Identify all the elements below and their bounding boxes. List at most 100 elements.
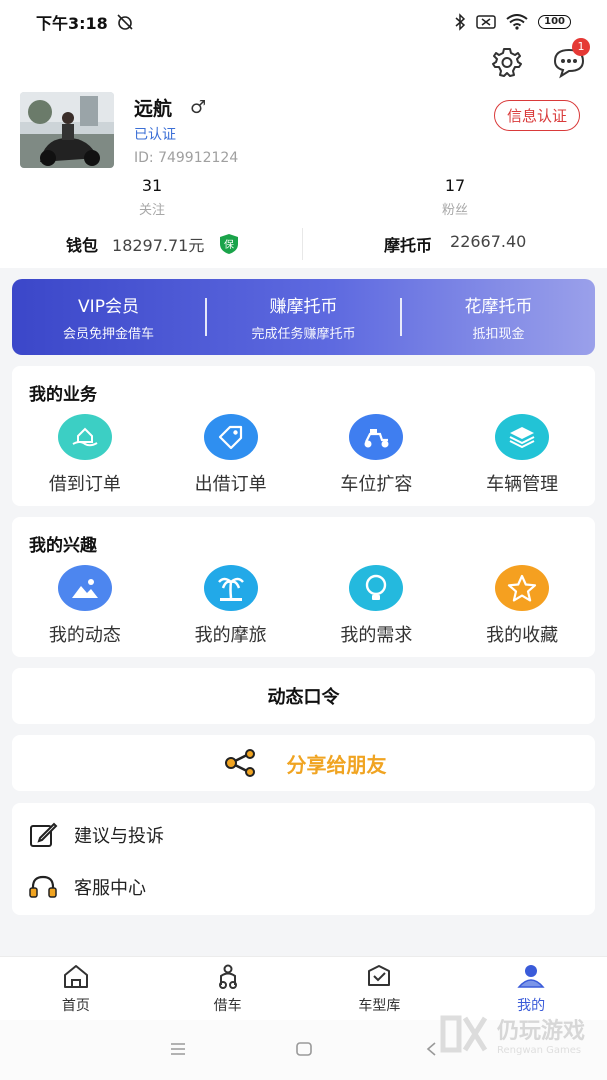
male-icon: ♂ <box>190 97 207 118</box>
lent-orders-button[interactable]: 出借订单 <box>158 414 304 496</box>
watermark-title: 仍玩游戏 <box>496 1018 585 1044</box>
home-icon <box>63 965 88 988</box>
vip-membership-cell[interactable]: VIP会员 会员免押金借车 <box>12 292 205 342</box>
messages-button[interactable]: 1 <box>551 38 590 80</box>
wallet-label: 钱包 <box>66 236 99 255</box>
followers-count: 17 <box>444 176 466 195</box>
vip-subtitle: 会员免押金借车 <box>62 327 154 342</box>
sim-off-icon <box>476 15 496 29</box>
tab-borrow-label: 借车 <box>213 998 242 1014</box>
user-id: ID: 749912124 <box>134 150 239 166</box>
scooter-tab-icon <box>218 964 237 989</box>
tab-borrow[interactable]: 借车 <box>152 957 304 1020</box>
lent-orders-label: 出借订单 <box>194 474 267 495</box>
gear-icon <box>492 48 522 77</box>
wifi-icon <box>506 14 528 30</box>
menu-icon[interactable] <box>170 1042 186 1056</box>
user-icon <box>517 965 545 988</box>
my-requests-label: 我的需求 <box>340 625 413 646</box>
my-trips-label: 我的摩旅 <box>194 625 267 646</box>
interests-card: 我的兴趣 我的动态 我的摩旅 我的需求 我的收藏 <box>12 517 595 657</box>
info-auth-button[interactable]: 信息认证 <box>493 100 580 131</box>
business-title: 我的业务 <box>29 385 97 405</box>
wallet-value: 18297.71元 <box>112 236 205 255</box>
my-posts-button[interactable]: 我的动态 <box>12 565 158 647</box>
layers-icon <box>495 414 550 460</box>
shield-badge-text: 保 <box>224 238 234 251</box>
tab-models-label: 车型库 <box>358 998 401 1014</box>
coins-value: 22667.40 <box>450 232 527 251</box>
dynamic-password-label: 动态口令 <box>267 687 340 708</box>
status-time: 下午3:18 <box>36 14 108 33</box>
dynamic-password-button[interactable]: 动态口令 <box>12 668 595 724</box>
customer-service-item[interactable]: 客服中心 <box>28 873 146 901</box>
vip-banner: VIP会员 会员免押金借车 赚摩托币 完成任务赚摩托币 花摩托币 抵扣现金 <box>12 279 595 355</box>
palm-tree-icon <box>203 565 258 611</box>
back-icon[interactable] <box>425 1042 437 1056</box>
shield-icon: 保 <box>220 234 239 254</box>
spend-coins-title: 花摩托币 <box>464 297 533 317</box>
alarm-off-icon <box>117 14 133 30</box>
interests-title: 我的兴趣 <box>29 536 97 556</box>
share-icon <box>224 749 255 777</box>
my-favorites-button[interactable]: 我的收藏 <box>449 565 595 647</box>
feedback-item[interactable]: 建议与投诉 <box>28 821 164 849</box>
earn-coins-cell[interactable]: 赚摩托币 完成任务赚摩托币 <box>207 292 400 342</box>
bottom-tab-bar: 首页 借车 车型库 我的 <box>0 956 607 1020</box>
my-posts-label: 我的动态 <box>48 625 121 646</box>
headset-icon <box>29 875 57 898</box>
my-requests-button[interactable]: 我的需求 <box>304 565 450 647</box>
status-bar: 下午3:18 100 <box>0 0 607 44</box>
user-name: 远航 <box>134 98 173 120</box>
following-stat[interactable]: 31 关注 <box>112 176 192 218</box>
watermark-subtitle: Rengwan Games <box>496 1044 582 1056</box>
customer-service-label: 客服中心 <box>74 878 146 899</box>
battery-icon: 100 <box>538 15 571 29</box>
vehicle-management-button[interactable]: 车辆管理 <box>449 414 595 496</box>
lightbulb-icon <box>349 565 404 611</box>
house-hand-icon <box>57 414 112 460</box>
coins-label: 摩托币 <box>384 236 433 255</box>
earn-coins-title: 赚摩托币 <box>269 297 338 317</box>
divider <box>302 228 303 260</box>
followers-stat[interactable]: 17 粉丝 <box>415 176 495 218</box>
home-nav-icon[interactable] <box>296 1042 312 1056</box>
verified-status: 已认证 <box>134 127 176 143</box>
service-list: 建议与投诉 客服中心 <box>12 803 595 915</box>
scooter-icon <box>349 414 404 460</box>
tab-home-label: 首页 <box>61 998 90 1014</box>
following-label: 关注 <box>138 203 165 218</box>
edit-icon <box>30 822 58 847</box>
share-button[interactable]: 分享给朋友 <box>12 735 595 791</box>
business-card: 我的业务 借到订单 出借订单 车位扩容 车辆管理 <box>12 366 595 506</box>
spend-coins-cell[interactable]: 花摩托币 抵扣现金 <box>402 292 595 342</box>
avatar[interactable] <box>20 92 114 168</box>
bluetooth-icon <box>455 13 466 31</box>
feedback-label: 建议与投诉 <box>74 826 164 847</box>
vehicle-management-label: 车辆管理 <box>486 474 559 495</box>
coins[interactable]: 摩托币 22667.40 <box>384 232 526 256</box>
following-count: 31 <box>141 176 163 195</box>
image-icon <box>57 565 112 611</box>
profile-header: 1 远航 ♂ 已认证 ID: 749912124 信息认证 31 关注 17 粉… <box>0 38 607 268</box>
wallet[interactable]: 钱包 18297.71元 保 <box>66 232 240 256</box>
my-favorites-label: 我的收藏 <box>486 625 559 646</box>
vip-title: VIP会员 <box>78 297 139 317</box>
spend-coins-subtitle: 抵扣现金 <box>472 327 525 342</box>
tag-icon <box>203 414 258 460</box>
message-count-badge: 1 <box>572 38 590 56</box>
borrowed-orders-button[interactable]: 借到订单 <box>12 414 158 496</box>
tab-mine[interactable]: 我的 <box>455 957 607 1020</box>
tab-home[interactable]: 首页 <box>0 957 152 1020</box>
followers-label: 粉丝 <box>441 203 468 218</box>
tab-models[interactable]: 车型库 <box>304 957 456 1020</box>
parking-expand-label: 车位扩容 <box>340 474 413 495</box>
watermark-logo-icon <box>440 1015 488 1053</box>
share-label: 分享给朋友 <box>286 752 387 777</box>
borrowed-orders-label: 借到订单 <box>48 474 121 495</box>
my-trips-button[interactable]: 我的摩旅 <box>158 565 304 647</box>
star-icon <box>495 565 550 611</box>
settings-button[interactable] <box>489 44 525 80</box>
parking-expand-button[interactable]: 车位扩容 <box>304 414 450 496</box>
wallet-row: 钱包 18297.71元 保 摩托币 22667.40 <box>0 228 607 260</box>
